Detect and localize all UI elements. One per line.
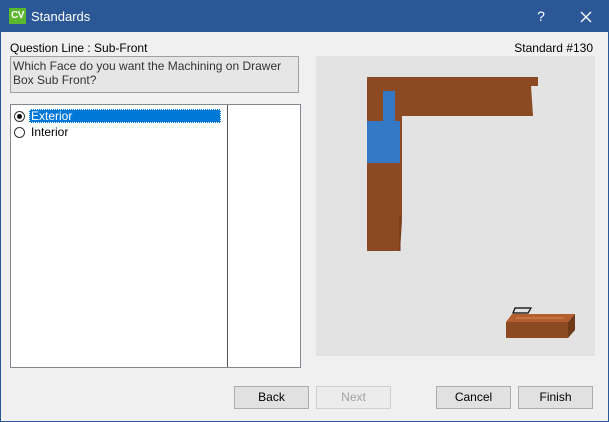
cancel-button[interactable]: Cancel [436,386,511,409]
close-button[interactable] [564,1,608,32]
question-line-label: Question Line : Sub-Front [10,41,148,55]
title-bar[interactable]: CV Standards ? [1,1,608,32]
question-text-box: Which Face do you want the Machining on … [10,56,299,93]
options-list: Exterior Interior [10,104,301,368]
standards-dialog: CV Standards ? Question Line : Sub-Front… [0,0,609,422]
finish-button[interactable]: Finish [518,386,593,409]
radio-interior[interactable] [14,126,25,138]
help-button[interactable]: ? [523,1,559,32]
thumbnail-marker [512,307,533,314]
close-icon [580,11,592,22]
radio-selected-dot [17,113,22,119]
cv-app-icon: CV [9,8,26,24]
drawer-box-diagram [367,77,575,338]
machining-highlight-notch [383,91,395,123]
window-title: Standards [31,9,91,24]
back-button[interactable]: Back [234,386,309,409]
option-label: Interior [31,125,69,139]
column-divider [227,105,228,367]
thumbnail-box-front [506,322,568,338]
option-exterior[interactable]: Exterior [14,109,221,123]
machining-highlight [367,121,400,163]
next-button[interactable]: Next [316,386,391,409]
radio-exterior[interactable] [14,110,25,122]
standard-number-label: Standard #130 [514,41,593,55]
option-interior[interactable]: Interior [14,125,70,139]
preview-panel [316,56,595,356]
option-label: Exterior [29,109,221,123]
